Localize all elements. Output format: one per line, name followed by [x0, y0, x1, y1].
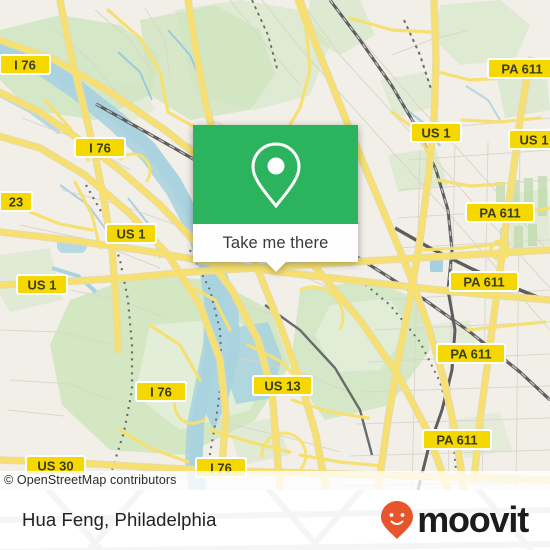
- moovit-brand[interactable]: moovit: [380, 499, 529, 540]
- highway-shield-label: US 1: [28, 278, 57, 293]
- page-footer: Hua Feng, Philadelphia moovit: [0, 490, 550, 550]
- popup-pin-area: [193, 125, 358, 224]
- highway-shield-label: US 1: [520, 133, 549, 148]
- highway-shield-label: I 76: [14, 58, 36, 73]
- popup-tail: [265, 262, 286, 272]
- take-me-there-label: Take me there: [222, 233, 329, 252]
- highway-shield-label: I 76: [89, 141, 111, 156]
- moovit-wordmark: moovit: [417, 499, 529, 540]
- highway-shield-label: PA 611: [479, 206, 520, 221]
- map-attribution: © OpenStreetMap contributors: [0, 471, 550, 490]
- highway-shield-label: PA 611: [463, 275, 504, 290]
- place-title: Hua Feng, Philadelphia: [22, 509, 217, 530]
- map-pin-icon: [250, 141, 301, 208]
- highway-shield-label: US 1: [422, 126, 451, 141]
- take-me-there-button[interactable]: Take me there: [193, 224, 358, 272]
- highway-shield-label: I 76: [150, 385, 172, 400]
- moovit-map-page: I 76 I 76 23 US 1 US 1 US 1 US 1 PA 611 PA 611 PA…: [0, 0, 550, 550]
- destination-popup-card[interactable]: Take me there: [193, 125, 358, 272]
- highway-shield-label: 23: [9, 195, 23, 210]
- highway-shield-label: PA 611: [436, 433, 477, 448]
- moovit-smiley-pin-icon: [381, 501, 414, 539]
- highway-shield-label: US 1: [117, 227, 146, 242]
- highway-shield-label: PA 611: [501, 62, 542, 77]
- highway-shield-label: PA 611: [450, 347, 491, 362]
- highway-shield-label: US 13: [264, 379, 300, 394]
